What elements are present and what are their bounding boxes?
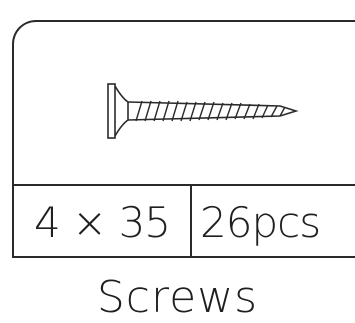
product-card: 4 × 35 26pcs [12,20,355,258]
item-caption: Screws [96,272,259,323]
size-label: 4 × 35 [33,197,171,247]
screw-icon [107,83,299,139]
spec-row: 4 × 35 26pcs [14,184,355,256]
illustration-area [14,22,355,184]
quantity-label: 26pcs [190,186,355,256]
